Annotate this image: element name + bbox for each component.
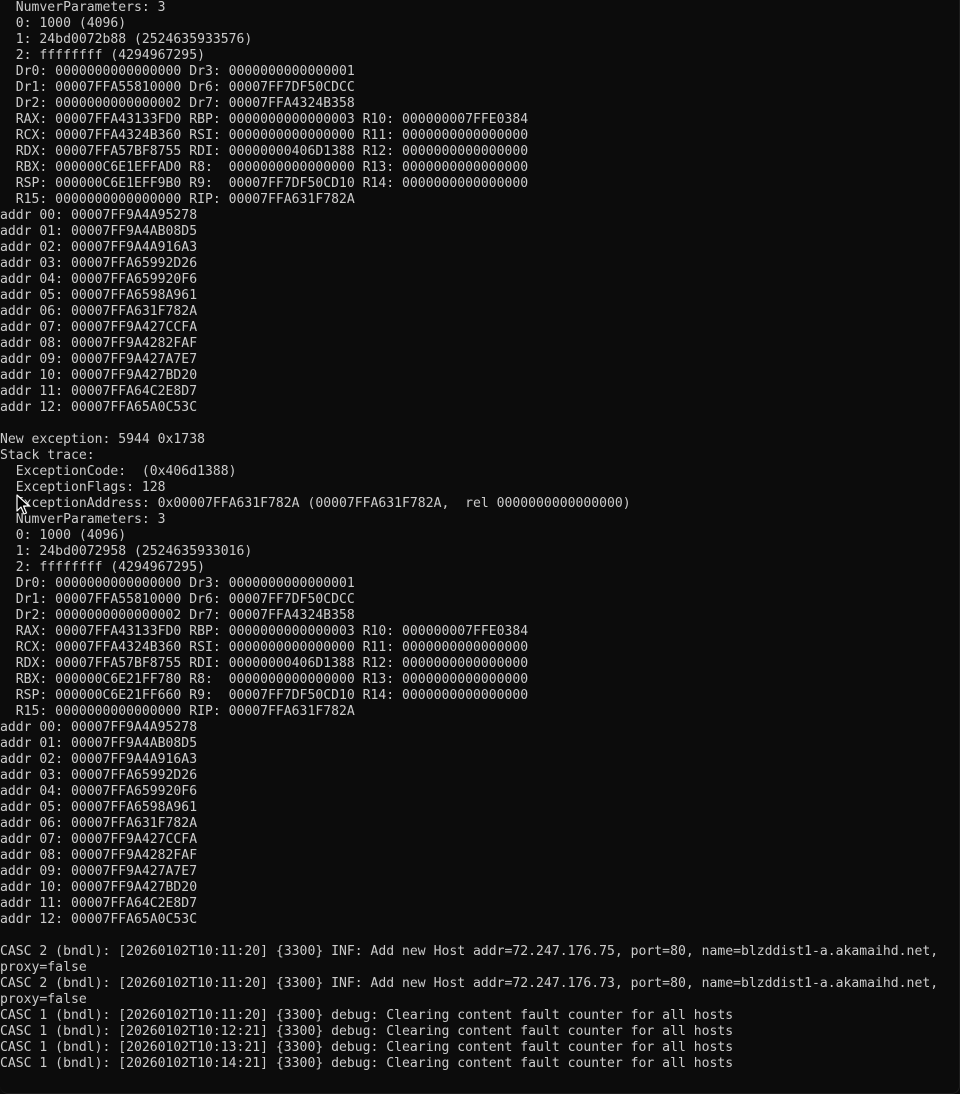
console-line: 2: ffffffff (4294967295) bbox=[0, 48, 205, 63]
console-line: addr 00: 00007FF9A4A95278 bbox=[0, 208, 198, 223]
console-line: Dr2: 0000000000000002 Dr7: 00007FFA4324B… bbox=[0, 608, 355, 623]
console-line: addr 07: 00007FF9A427CCFA bbox=[0, 832, 198, 847]
console-line: RCX: 00007FFA4324B360 RSI: 0000000000000… bbox=[0, 640, 529, 655]
console-line: proxy=false bbox=[0, 992, 87, 1007]
console-line: addr 03: 00007FFA65992D26 bbox=[0, 768, 198, 783]
console-line: CASC 2 (bndl): [20260102T10:11:20] {3300… bbox=[0, 944, 939, 959]
terminal-output[interactable]: NumverParameters: 3 0: 1000 (4096) 1: 24… bbox=[0, 0, 938, 1072]
console-line: R15: 0000000000000000 RIP: 00007FFA631F7… bbox=[0, 192, 355, 207]
console-line: Dr1: 00007FFA55810000 Dr6: 00007FF7DF50C… bbox=[0, 80, 355, 95]
console-line: 1: 24bd0072b88 (2524635933576) bbox=[0, 32, 253, 47]
console-line: addr 01: 00007FF9A4AB08D5 bbox=[0, 224, 198, 239]
console-line: addr 02: 00007FF9A4A916A3 bbox=[0, 240, 198, 255]
console-line: RSP: 000000C6E1EFF9B0 R9: 00007FF7DF50CD… bbox=[0, 176, 529, 191]
console-line: addr 04: 00007FFA659920F6 bbox=[0, 272, 198, 287]
console-line: Dr1: 00007FFA55810000 Dr6: 00007FF7DF50C… bbox=[0, 592, 355, 607]
console-line: addr 12: 00007FFA65A0C53C bbox=[0, 912, 198, 927]
mouse-pointer-icon bbox=[16, 494, 30, 515]
console-line: RDX: 00007FFA57BF8755 RDI: 00000000406D1… bbox=[0, 144, 529, 159]
terminal-window[interactable]: NumverParameters: 3 0: 1000 (4096) 1: 24… bbox=[0, 0, 960, 1094]
console-line: addr 08: 00007FF9A4282FAF bbox=[0, 336, 198, 351]
console-line: Dr0: 0000000000000000 Dr3: 0000000000000… bbox=[0, 576, 355, 591]
console-line: CASC 1 (bndl): [20260102T10:12:21] {3300… bbox=[0, 1024, 734, 1039]
console-line: New exception: 5944 0x1738 bbox=[0, 432, 205, 447]
console-line: 1: 24bd0072958 (2524635933016) bbox=[0, 544, 253, 559]
console-line: addr 00: 00007FF9A4A95278 bbox=[0, 720, 198, 735]
console-line: addr 07: 00007FF9A427CCFA bbox=[0, 320, 198, 335]
console-line: addr 04: 00007FFA659920F6 bbox=[0, 784, 198, 799]
console-line: addr 08: 00007FF9A4282FAF bbox=[0, 848, 198, 863]
console-line: 0: 1000 (4096) bbox=[0, 16, 127, 31]
console-line: NumverParameters: 3 bbox=[0, 512, 166, 527]
console-line: CASC 2 (bndl): [20260102T10:11:20] {3300… bbox=[0, 976, 939, 991]
console-line: addr 12: 00007FFA65A0C53C bbox=[0, 400, 198, 415]
console-line: CASC 1 (bndl): [20260102T10:14:21] {3300… bbox=[0, 1056, 734, 1071]
console-line: CASC 1 (bndl): [20260102T10:11:20] {3300… bbox=[0, 1008, 734, 1023]
console-line: CASC 1 (bndl): [20260102T10:13:21] {3300… bbox=[0, 1040, 734, 1055]
console-line: ExceptionFlags: 128 bbox=[0, 480, 166, 495]
console-line: Stack trace: bbox=[0, 448, 95, 463]
console-line: proxy=false bbox=[0, 960, 87, 975]
console-line: RAX: 00007FFA43133FD0 RBP: 0000000000000… bbox=[0, 112, 529, 127]
console-line: Dr0: 0000000000000000 Dr3: 0000000000000… bbox=[0, 64, 355, 79]
console-line: addr 02: 00007FF9A4A916A3 bbox=[0, 752, 198, 767]
console-line: 2: ffffffff (4294967295) bbox=[0, 560, 205, 575]
console-line: RBX: 000000C6E1EFFAD0 R8: 00000000000000… bbox=[0, 160, 529, 175]
console-line: RDX: 00007FFA57BF8755 RDI: 00000000406D1… bbox=[0, 656, 529, 671]
console-line: RSP: 000000C6E21FF660 R9: 00007FF7DF50CD… bbox=[0, 688, 529, 703]
console-line: addr 09: 00007FF9A427A7E7 bbox=[0, 864, 198, 879]
console-line: R15: 0000000000000000 RIP: 00007FFA631F7… bbox=[0, 704, 355, 719]
console-line: addr 11: 00007FFA64C2E8D7 bbox=[0, 384, 198, 399]
console-line: Dr2: 0000000000000002 Dr7: 00007FFA4324B… bbox=[0, 96, 355, 111]
console-line: RCX: 00007FFA4324B360 RSI: 0000000000000… bbox=[0, 128, 529, 143]
console-line: addr 10: 00007FF9A427BD20 bbox=[0, 880, 198, 895]
console-line: addr 03: 00007FFA65992D26 bbox=[0, 256, 198, 271]
console-line: addr 06: 00007FFA631F782A bbox=[0, 304, 198, 319]
console-line: NumverParameters: 3 bbox=[0, 0, 166, 15]
console-line: addr 09: 00007FF9A427A7E7 bbox=[0, 352, 198, 367]
console-line: addr 05: 00007FFA6598A961 bbox=[0, 800, 198, 815]
console-line: addr 05: 00007FFA6598A961 bbox=[0, 288, 198, 303]
console-line: ExceptionAddress: 0x00007FFA631F782A (00… bbox=[0, 496, 631, 511]
console-line: addr 06: 00007FFA631F782A bbox=[0, 816, 198, 831]
console-line: 0: 1000 (4096) bbox=[0, 528, 127, 543]
console-line: ExceptionCode: (0x406d1388) bbox=[0, 464, 237, 479]
console-line: RAX: 00007FFA43133FD0 RBP: 0000000000000… bbox=[0, 624, 529, 639]
console-line: RBX: 000000C6E21FF780 R8: 00000000000000… bbox=[0, 672, 529, 687]
console-line: addr 11: 00007FFA64C2E8D7 bbox=[0, 896, 198, 911]
console-line: addr 10: 00007FF9A427BD20 bbox=[0, 368, 198, 383]
console-line: addr 01: 00007FF9A4AB08D5 bbox=[0, 736, 198, 751]
